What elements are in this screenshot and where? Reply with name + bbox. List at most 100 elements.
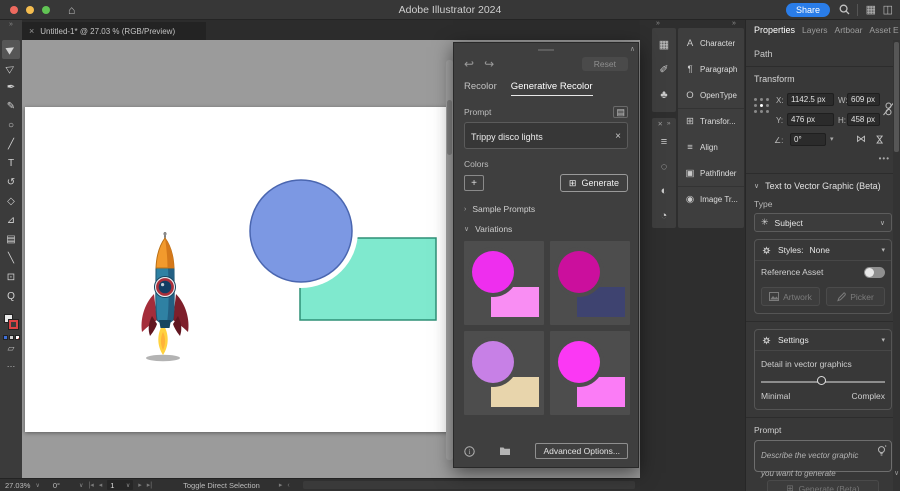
tool-gradient[interactable]: ▤ — [2, 230, 20, 249]
tool-pen[interactable]: ✒ — [2, 78, 20, 97]
rocket-illustration[interactable] — [130, 232, 200, 364]
tool-curvature[interactable]: ✎ — [2, 97, 20, 116]
reference-asset-toggle[interactable] — [864, 266, 885, 278]
symbols-panel-icon[interactable]: ♣ — [652, 82, 676, 107]
collapse-dock-icon[interactable]: » — [667, 120, 671, 127]
artwork-button[interactable]: Artwork — [761, 287, 820, 306]
none-chip[interactable] — [14, 335, 20, 340]
scroll-left-icon[interactable]: ‹ — [287, 482, 289, 489]
blue-circle[interactable] — [249, 179, 353, 283]
advanced-options-button[interactable]: Advanced Options... — [535, 443, 628, 459]
slider-knob[interactable] — [816, 376, 826, 385]
angle-field[interactable]: 0° — [790, 133, 826, 146]
rotation-dropdown-icon[interactable]: ∨ — [79, 482, 83, 489]
ttv-section-header[interactable]: ∨ Text to Vector Graphic (Beta) — [754, 181, 892, 191]
clear-prompt-icon[interactable]: × — [615, 131, 621, 142]
more-tools-icon[interactable]: … — [2, 356, 20, 372]
sample-prompts-toggle[interactable]: › Sample Prompts — [464, 204, 628, 214]
info-icon[interactable]: i — [464, 445, 475, 457]
previous-artboard-icon[interactable]: ◂ — [99, 481, 103, 489]
horizontal-scrollbar[interactable] — [302, 481, 635, 489]
zoom-dropdown-icon[interactable]: ∨ — [35, 482, 39, 489]
screen-mode-icon[interactable]: ▱ — [2, 340, 20, 356]
styles-select[interactable]: Styles: None ▾ — [761, 240, 885, 260]
generate-beta-button[interactable]: ⊞ Generate (Beta) — [767, 480, 879, 491]
tool-eraser[interactable]: ◇ — [2, 192, 20, 211]
tab-artboards[interactable]: Artboar — [835, 25, 863, 35]
scroll-up-icon[interactable]: ∧ — [630, 45, 635, 53]
tab-recolor[interactable]: Recolor — [464, 81, 497, 96]
gradient-panel-icon[interactable]: ◐ — [652, 179, 676, 204]
canvas-vertical-scrollbar[interactable] — [446, 60, 453, 460]
fill-stroke-indicator[interactable] — [4, 314, 19, 330]
x-field[interactable]: 1142.5 px — [787, 93, 834, 106]
scrollbar-thumb[interactable] — [894, 42, 899, 152]
subject-select[interactable]: ✳ Subject ∨ — [754, 213, 892, 232]
tool-direct-selection[interactable]: ▷ — [2, 59, 20, 78]
scroll-down-icon[interactable]: ∨ — [893, 469, 900, 477]
panel-grip[interactable] — [538, 49, 554, 51]
settings-select[interactable]: Settings ▾ — [761, 330, 885, 350]
brushes-panel-icon[interactable]: ✐ — [652, 57, 676, 82]
workspace-icon[interactable]: ▦ — [866, 0, 876, 20]
w-field[interactable]: 609 px — [847, 93, 880, 106]
tab-layers[interactable]: Layers — [802, 25, 828, 35]
ttv-prompt-textarea[interactable]: Describe the vector graphic you want to … — [754, 440, 892, 478]
y-field[interactable]: 476 px — [787, 113, 834, 126]
close-window-button[interactable] — [10, 5, 18, 14]
share-button[interactable]: Share — [785, 3, 830, 17]
flip-horizontal-icon[interactable]: ⋈ — [856, 134, 866, 145]
zoom-window-button[interactable] — [42, 5, 50, 14]
tool-shape[interactable]: ○ — [2, 116, 20, 135]
add-color-button[interactable]: + — [464, 175, 484, 191]
variation-thumbnail-4[interactable] — [550, 331, 630, 415]
undo-icon[interactable]: ↩ — [464, 57, 474, 71]
reset-button[interactable]: Reset — [581, 57, 628, 71]
reference-point-selector[interactable] — [754, 98, 770, 114]
detail-slider[interactable] — [761, 375, 885, 389]
prompt-history-icon[interactable]: ▤ — [613, 106, 628, 118]
variations-toggle[interactable]: ∨ Variations — [464, 224, 628, 234]
variation-thumbnail-3[interactable] — [464, 331, 544, 415]
dock-collapse-icon[interactable]: » — [732, 20, 736, 27]
rotation-value[interactable]: 0° — [53, 481, 60, 490]
flip-vertical-icon[interactable]: ⋈ — [874, 135, 885, 145]
panel-button-character[interactable]: A Character — [678, 30, 744, 56]
minimize-window-button[interactable] — [26, 5, 34, 14]
tool-zoom[interactable]: Q — [2, 287, 20, 306]
generate-button[interactable]: ⊞ Generate — [559, 174, 628, 192]
dock-collapse-icon[interactable]: » — [656, 20, 660, 27]
first-artboard-icon[interactable]: |◂ — [88, 481, 93, 489]
home-icon[interactable]: ⌂ — [68, 0, 75, 20]
document-tab[interactable]: × Untitled-1* @ 27.03 % (RGB/Preview) — [22, 22, 206, 40]
swatches-panel-icon[interactable]: ▦ — [652, 32, 676, 57]
toolbar-collapse-icon[interactable]: » — [0, 20, 22, 40]
close-dock-icon[interactable]: ✕ — [657, 120, 662, 128]
tab-generative-recolor[interactable]: Generative Recolor — [510, 81, 593, 96]
tab-asset-export[interactable]: Asset E — [869, 25, 898, 35]
tool-selection[interactable]: ▶ — [2, 40, 20, 59]
tab-close-icon[interactable]: × — [29, 26, 34, 36]
tool-artboard[interactable]: ⊡ — [2, 268, 20, 287]
h-field[interactable]: 458 px — [847, 113, 880, 126]
stroke-swatch[interactable] — [8, 319, 19, 330]
last-artboard-icon[interactable]: ▸| — [147, 481, 152, 489]
picker-button[interactable]: Picker — [826, 287, 885, 306]
tool-paintbrush[interactable]: ╱ — [2, 135, 20, 154]
prompt-input[interactable]: Trippy disco lights × — [464, 122, 628, 149]
zoom-level[interactable]: 27.03% — [5, 481, 30, 490]
variation-thumbnail-2[interactable] — [550, 241, 630, 325]
panel-button-pathfinder[interactable]: ▣ Pathfinder — [678, 160, 744, 186]
tool-scale[interactable]: ⊿ — [2, 211, 20, 230]
tool-type[interactable]: T — [2, 154, 20, 173]
panel-button-align[interactable]: ≡ Align — [678, 134, 744, 160]
angle-dropdown-icon[interactable]: ▾ — [830, 135, 834, 143]
next-artboard-icon[interactable]: ▸ — [138, 481, 142, 489]
more-options-icon[interactable]: ••• — [879, 154, 890, 163]
panel-button-transform[interactable]: ⊞ Transfor... — [678, 108, 744, 134]
suggestion-bulb-icon[interactable] — [876, 445, 887, 457]
save-to-library-icon[interactable] — [499, 446, 511, 456]
tab-properties[interactable]: Properties — [754, 25, 795, 35]
search-icon[interactable] — [839, 4, 850, 15]
redo-icon[interactable]: ↪ — [484, 57, 494, 71]
